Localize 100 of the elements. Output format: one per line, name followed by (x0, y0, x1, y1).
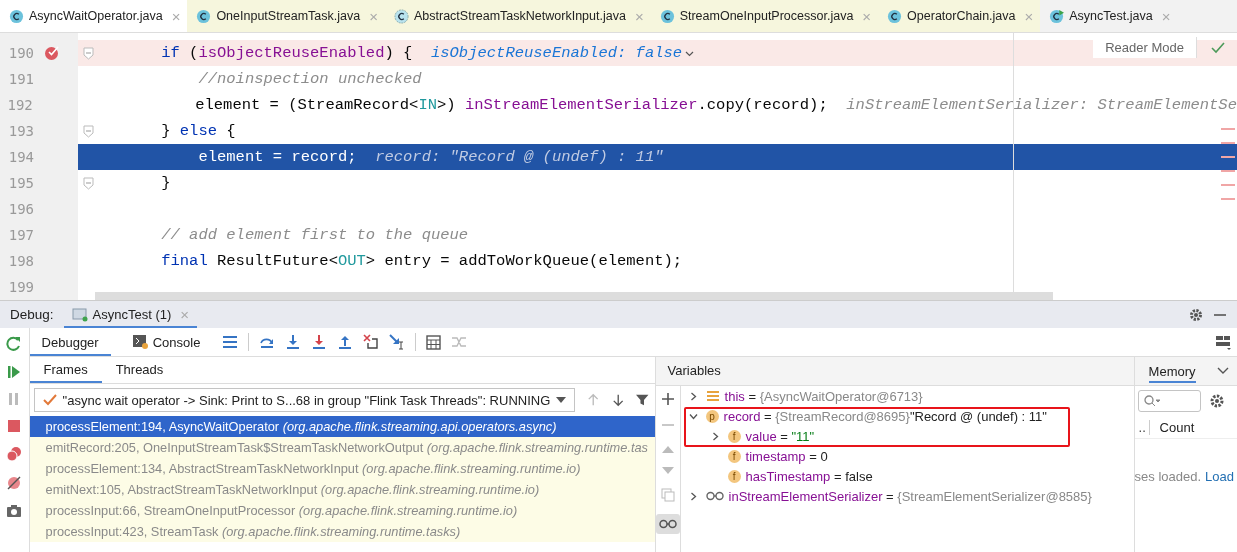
code-line: final ResultFuture<OUT> entry = addToWorkQueue(element); (160, 252, 683, 270)
editor-tab[interactable]: AbstractStreamTaskNetworkInput.java × (385, 0, 651, 32)
editor-tab[interactable]: AsyncWaitOperator.java × (0, 0, 188, 32)
tab-label: AbstractStreamTaskNetworkInput.java (414, 9, 626, 23)
variable-entry[interactable]: value = "11" (745, 428, 815, 444)
search-icon (1143, 395, 1160, 407)
frames-tab[interactable]: Threads (101, 357, 178, 383)
variable-entry[interactable]: record = {StreamRecord@8695}"Record @ (undef) : 11" (723, 408, 1047, 424)
watches-toggle[interactable] (655, 514, 680, 534)
debug-tab[interactable]: Debugger (29, 328, 111, 356)
code-line: element = record; record: "Record @ (undef) : 11" (197, 148, 664, 166)
step-into-icon[interactable] (285, 334, 302, 350)
calculator-icon[interactable] (426, 334, 442, 350)
glasses-icon (705, 491, 724, 501)
menu-icon[interactable] (222, 335, 239, 349)
code-line: if (isObjectReuseEnabled) { isObjectReuseEnabled: false (98, 44, 695, 62)
drop-frame-icon[interactable] (363, 334, 380, 350)
step-out-icon[interactable] (337, 334, 354, 350)
variable-entry[interactable]: hasTimestamp = false (745, 468, 873, 484)
session-tab[interactable]: AsyncTest (1) × (63, 301, 198, 328)
reader-mode-button[interactable]: Reader Mode (1093, 37, 1197, 58)
settings-icon[interactable] (1208, 393, 1225, 409)
stack-frame[interactable]: processInput:66, StreamOneInputProcessor (org.apache.flink.streaming.runtime.io) (29, 500, 655, 521)
status-text: ses loaded. (1134, 469, 1202, 484)
variable-entry[interactable]: inStreamElementSerializer = {StreamElementSerializer@8585} (728, 488, 1092, 504)
member-badge: f (727, 469, 741, 483)
runnable-class-icon (1049, 8, 1065, 24)
frames-tab[interactable]: Frames (29, 357, 102, 383)
mute-breakpoints-icon[interactable] (6, 475, 23, 491)
line-number: 193 (7, 122, 35, 141)
code-line: // add element first to the queue (160, 226, 469, 244)
line-number: 191 (7, 70, 35, 89)
layout-icon[interactable] (1215, 334, 1231, 350)
thread-label: "async wait operator -> Sink: Print to S...68 in group "Flink Task Threads": RUNNING (62, 392, 551, 408)
variable-entry[interactable]: this = {AsyncWaitOperator@6713} (724, 388, 923, 404)
code-line: //noinspection unchecked (197, 70, 422, 88)
class-icon (887, 8, 903, 24)
tab-label: Console (152, 334, 201, 350)
line-number: 190 (7, 44, 35, 63)
collapse-icon[interactable] (688, 411, 698, 421)
line-number: 195 (7, 174, 35, 193)
dropdown-arrow-icon (556, 397, 567, 403)
expand-icon[interactable] (710, 431, 720, 441)
stop-icon[interactable] (7, 419, 22, 433)
class-icon (659, 8, 675, 24)
member-badge: f (727, 429, 741, 443)
camera-icon[interactable] (6, 504, 23, 518)
rerun-icon[interactable] (6, 336, 23, 352)
add-icon[interactable] (660, 392, 675, 406)
tab-label: AsyncWaitOperator.java (29, 9, 163, 23)
member-badge: p (705, 409, 719, 423)
tab-label: OperatorChain.java (907, 9, 1016, 23)
variable-entry[interactable]: timestamp = 0 (745, 448, 828, 464)
expand-icon[interactable] (688, 391, 698, 401)
editor-tab[interactable]: OneInputStreamTask.java × (187, 0, 385, 32)
column-header[interactable]: .. (1134, 419, 1150, 435)
tab-label: StreamOneInputProcessor.java (679, 9, 854, 23)
column-header[interactable]: Count (1149, 419, 1195, 435)
scrollbar[interactable] (95, 292, 1053, 300)
force-step-into-icon[interactable] (311, 334, 328, 350)
panel-title: Debug: (10, 307, 54, 322)
resume-icon[interactable] (7, 365, 22, 379)
breakpoints-icon[interactable] (6, 446, 23, 462)
member-badge: f (727, 449, 741, 463)
settings-icon[interactable] (1189, 307, 1203, 322)
editor-tab[interactable]: StreamOneInputProcessor.java × (650, 0, 879, 32)
arrow-down-icon[interactable] (611, 393, 625, 407)
breakpoint-icon[interactable] (44, 45, 60, 61)
expand-icon[interactable] (688, 491, 698, 501)
class-icon (196, 8, 212, 24)
debug-tab[interactable]: Console (120, 328, 213, 356)
filter-icon[interactable] (636, 393, 649, 407)
check-icon (42, 394, 57, 406)
stack-frame[interactable]: emitNext:105, AbstractStreamTaskNetworkInput (org.apache.flink.streaming.runtime.io) (29, 479, 655, 500)
line-number: 197 (7, 226, 35, 245)
list-icon (705, 389, 720, 403)
stack-frame[interactable]: processElement:194, AsyncWaitOperator (org.apache.flink.streaming.api.operators.async) (29, 416, 655, 437)
code-line: } (160, 174, 171, 192)
run-to-cursor-icon[interactable] (389, 334, 406, 350)
class-icon (394, 8, 409, 24)
code-line: } else { (160, 122, 236, 140)
line-number: 194 (7, 148, 35, 167)
search-field[interactable] (1137, 390, 1201, 412)
thread-dropdown[interactable]: "async wait operator -> Sink: Print to S...68 in group "Flink Task Threads": RUNNING (33, 388, 576, 412)
tab-label: OneInputStreamTask.java (216, 9, 361, 23)
chevron-down-icon[interactable] (1217, 367, 1229, 375)
code-line: element = (StreamRecord<IN>) inStreamElementSerializer.copy(record); inStreamElementSerializer: StreamElementSe (194, 96, 1237, 114)
console-icon (132, 335, 148, 349)
window-icon (71, 307, 88, 322)
glasses-icon (658, 519, 677, 529)
class-icon (9, 8, 24, 24)
tab-label: Debugger (41, 334, 99, 350)
line-number: 198 (7, 252, 35, 271)
line-number: 196 (7, 200, 35, 219)
load-link[interactable]: Load (1205, 469, 1234, 484)
tab-label: AsyncTest.java (1069, 9, 1153, 23)
line-number: 192 (6, 96, 34, 115)
panel-title: Variables (655, 357, 1134, 386)
check-icon (1211, 42, 1225, 54)
editor-tab[interactable]: OperatorChain.java × (878, 0, 1041, 32)
